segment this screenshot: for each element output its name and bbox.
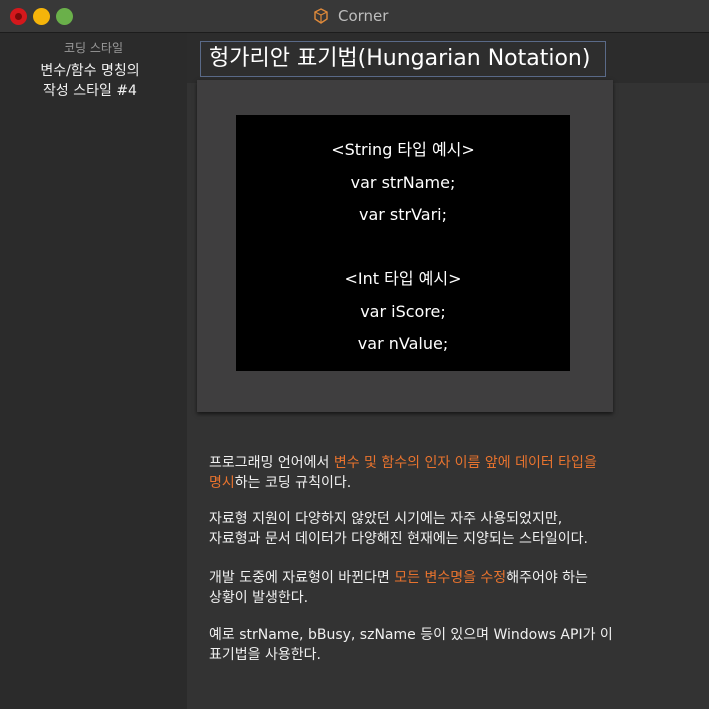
close-button[interactable] [10,8,27,25]
window-title-label: Corner [338,7,389,25]
sidebar-section-label[interactable]: 코딩 스타일 [0,39,187,56]
window-title: Corner [312,6,388,26]
para3-text: 해주어야 하는 [506,570,588,586]
page-heading[interactable]: 헝가리안 표기법(Hungarian Notation) [200,41,606,77]
sidebar: 코딩 스타일 변수/함수 명칭의 작성 스타일 #4 [0,33,187,709]
code-line: <String 타입 예시> [331,140,475,159]
code-example-image: <String 타입 예시> var strName; var strVari;… [236,115,570,371]
paragraph-example: 예로 strName, bBusy, szName 등이 있으며 Windows… [209,625,639,665]
app-box-icon [312,7,330,25]
para1-text: 프로그래밍 언어에서 [209,455,334,471]
para2-line: 자료형 지원이 다양하지 않았던 시기에는 자주 사용되었지만, [209,511,563,527]
para4-line: 표기법을 사용한다. [209,647,321,663]
para2-line: 자료형과 문서 데이터가 다양해진 현재에는 지양되는 스타일이다. [209,531,588,547]
code-line: <Int 타입 예시> [344,269,462,288]
para1-highlight: 변수 및 함수의 인자 이름 앞에 데이터 타입을 [333,455,597,471]
sidebar-doc-title-line1: 변수/함수 명칭의 [40,63,140,79]
para1-text: 하는 코딩 규칙이다. [234,475,352,491]
paragraph-drawback: 개발 도중에 자료형이 바뀐다면 모든 변수명을 수정해주어야 하는 상황이 발… [209,568,639,608]
zoom-button[interactable] [56,8,73,25]
paragraph-history: 자료형 지원이 다양하지 않았던 시기에는 자주 사용되었지만, 자료형과 문서… [209,509,639,549]
para3-text: 상황이 발생한다. [209,590,309,606]
sidebar-item-current-doc[interactable]: 변수/함수 명칭의 작성 스타일 #4 [0,61,180,101]
paragraph-definition: 프로그래밍 언어에서 변수 및 함수의 인자 이름 앞에 데이터 타입을 명시하… [209,453,639,493]
code-line: var nValue; [357,334,449,353]
sidebar-doc-title-line2: 작성 스타일 #4 [43,83,137,99]
para3-highlight: 모든 변수명을 수정 [394,570,507,586]
minimize-button[interactable] [33,8,50,25]
para1-highlight: 명시 [209,475,235,491]
title-bar: Corner [0,0,709,33]
code-line: var strName; [350,173,456,192]
para4-line: 예로 strName, bBusy, szName 등이 있으며 Windows… [209,627,613,643]
para3-text: 개발 도중에 자료형이 바뀐다면 [209,570,395,586]
code-line: var strVari; [358,205,448,224]
code-line: var iScore; [360,302,446,321]
